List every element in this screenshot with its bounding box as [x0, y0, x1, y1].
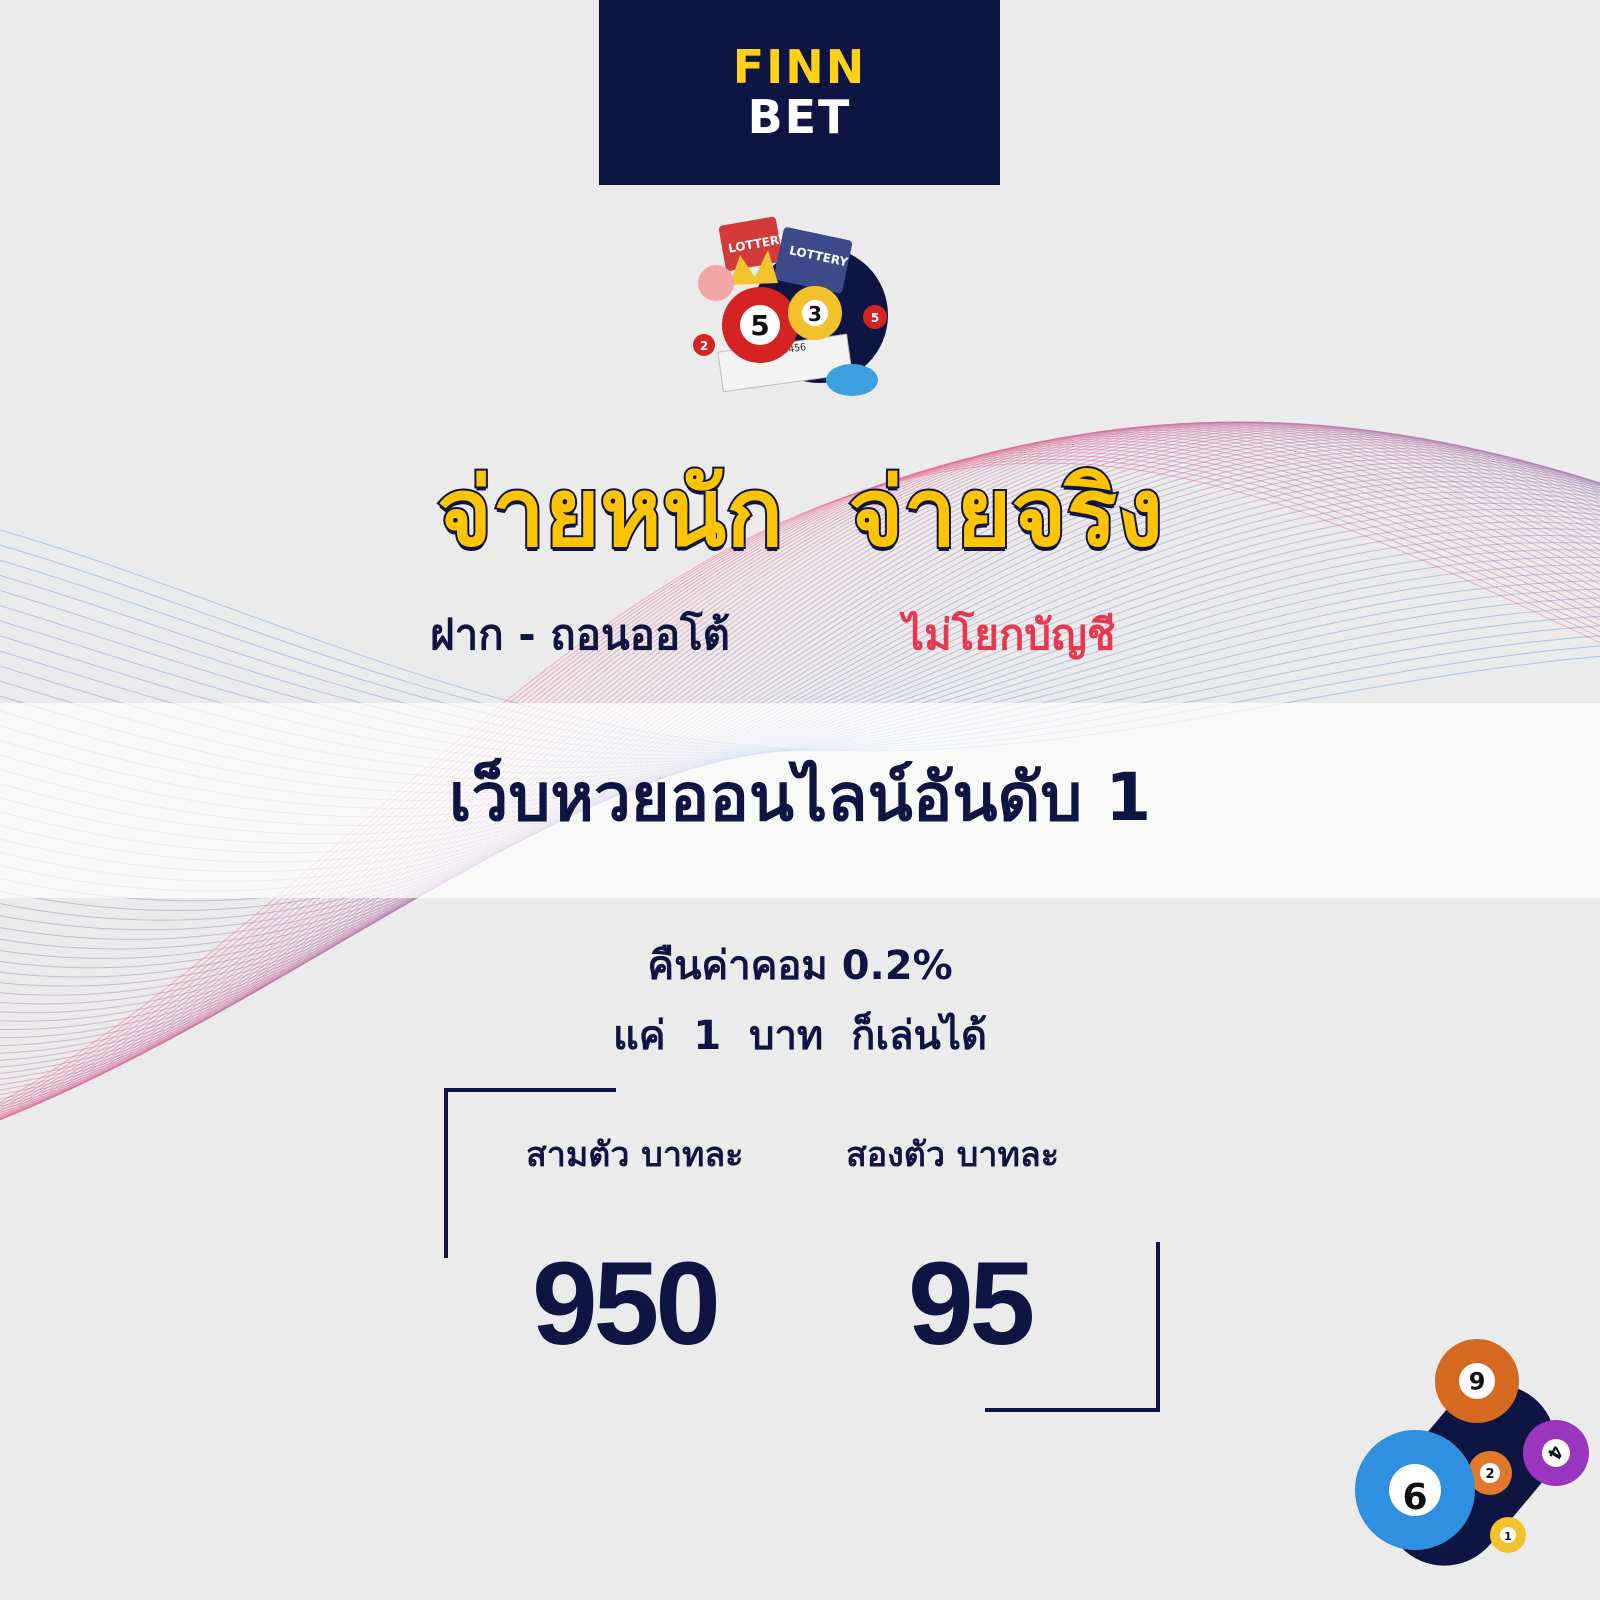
- three-digit-rate: 950: [532, 1238, 721, 1370]
- two-digit-rate: 95: [908, 1238, 1035, 1370]
- minimum-bet-text: แค่ 1 บาท ก็เล่นได้: [613, 1013, 987, 1059]
- commission-text: คืนค่าคอม 0.2%: [647, 943, 953, 989]
- ball-2: 2: [1485, 1467, 1494, 1482]
- hero-ball-3: 3: [808, 302, 822, 326]
- logo-finn-text: FINN: [732, 40, 867, 94]
- no-account-transfer-text: ไม่โยกบัญชี: [903, 610, 1116, 659]
- hero-ball-small-2: 2: [700, 339, 708, 353]
- hero-ball-small-5: 5: [871, 311, 879, 325]
- lottery-hero-illustration: LOTTERY LOTTERY 123456 5 3 5 2: [693, 216, 888, 396]
- deposit-withdraw-text: ฝาก - ถอนออโต้: [430, 610, 730, 659]
- ball-9: 9: [1402, 1474, 1427, 1515]
- three-digit-label: สามตัว บาทละ: [526, 1135, 744, 1175]
- corner-lottery-balls: 6 4 2 9 1: [1355, 1339, 1589, 1566]
- logo-bet-text: BET: [747, 90, 852, 144]
- band-title: เว็บหวยออนไลน์อันดับ 1: [448, 759, 1152, 836]
- headline: จ่ายหนัก จ่ายจริง: [435, 459, 1165, 568]
- hero-ball-5: 5: [750, 309, 769, 342]
- two-digit-label: สองตัว บาทละ: [846, 1135, 1059, 1175]
- brand-logo[interactable]: FINN BET: [599, 0, 1000, 185]
- ball-1: 1: [1504, 1530, 1512, 1543]
- ball-6: 6: [1469, 1366, 1486, 1394]
